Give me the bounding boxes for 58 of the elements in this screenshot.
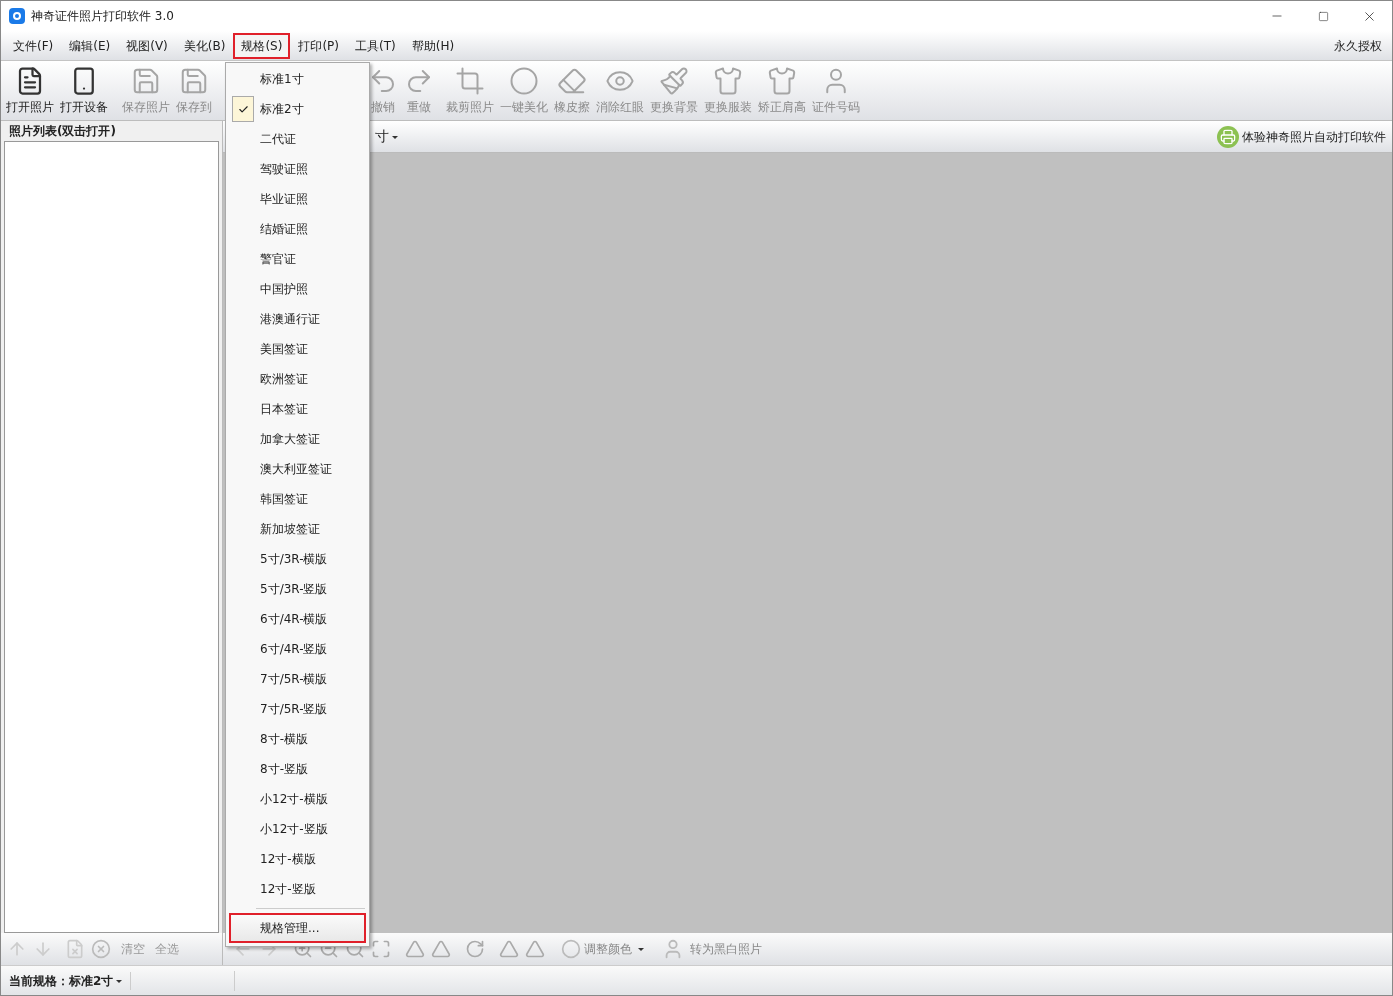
spec-menu-item[interactable]: 6寸/4R-横版 <box>226 604 369 634</box>
spec-menu-item[interactable]: 韩国签证 <box>226 484 369 514</box>
shirt-icon <box>767 65 797 96</box>
spec-menu-item[interactable]: 毕业证照 <box>226 184 369 214</box>
spec-menu-item[interactable]: 日本签证 <box>226 394 369 424</box>
delete-icon[interactable] <box>91 939 111 959</box>
caret-icon <box>116 979 123 983</box>
spec-menu-item[interactable]: 5寸/3R-横版 <box>226 544 369 574</box>
spec-menu-item[interactable]: 新加坡签证 <box>226 514 369 544</box>
window-title: 神奇证件照片打印软件 3.0 <box>31 8 174 25</box>
crop-icon <box>455 65 485 96</box>
spec-menu-item[interactable]: 加拿大签证 <box>226 424 369 454</box>
spec-menu-item[interactable]: 12寸-横版 <box>226 844 369 874</box>
spec-menu-item[interactable]: 5寸/3R-竖版 <box>226 574 369 604</box>
caret-icon <box>392 135 398 139</box>
brush-icon <box>659 65 689 96</box>
menu-item[interactable]: 帮助(H) <box>403 32 463 59</box>
spec-menu-item[interactable]: 二代证 <box>226 124 369 154</box>
spec-menu-item[interactable]: 结婚证照 <box>226 214 369 244</box>
menu-item[interactable]: 打印(P) <box>290 32 347 59</box>
remove-file-icon[interactable] <box>65 939 85 959</box>
maximize-icon <box>1317 10 1329 22</box>
panel-title: 照片列表(双击打开) <box>8 123 117 140</box>
toolbar-button[interactable]: 打开设备 <box>57 61 111 120</box>
spec-menu-item[interactable]: 7寸/5R-横版 <box>226 664 369 694</box>
menu-item[interactable]: 工具(T) <box>347 32 404 59</box>
promo-link[interactable]: 体验神奇照片自动打印软件 <box>1242 127 1386 146</box>
spec-menu-item[interactable]: 6寸/4R-竖版 <box>226 634 369 664</box>
menu-item[interactable]: 编辑(E) <box>61 32 119 59</box>
menu-item[interactable]: 规格(S) <box>233 32 291 59</box>
spec-menu-item[interactable]: 小12寸-竖版 <box>226 814 369 844</box>
spec-management-menu-item[interactable]: 规格管理... <box>229 913 366 943</box>
spec-menu-item[interactable]: 港澳通行证 <box>226 304 369 334</box>
spec-menu-item[interactable]: 驾驶证照 <box>226 154 369 184</box>
ring-icon <box>509 65 539 96</box>
app-logo-icon <box>9 8 25 24</box>
rotate-icon[interactable] <box>465 939 485 959</box>
menu-item[interactable]: 美化(B) <box>175 32 234 59</box>
license-label: 永久授权 <box>1334 37 1382 55</box>
printer-icon <box>1217 125 1239 148</box>
spec-menu-item[interactable]: 美国签证 <box>226 334 369 364</box>
spec-menu-item[interactable]: 小12寸-横版 <box>226 784 369 814</box>
spec-menu-item[interactable]: 12寸-竖版 <box>226 874 369 904</box>
spec-menu-item[interactable]: 澳大利亚签证 <box>226 454 369 484</box>
size-dropdown[interactable]: 寸 <box>375 126 398 147</box>
spec-menu-item[interactable]: 中国护照 <box>226 274 369 304</box>
spec-menu-item[interactable]: 7寸/5R-竖版 <box>226 694 369 724</box>
shirt-icon <box>713 65 743 96</box>
spec-menu-item[interactable]: 欧洲签证 <box>226 364 369 394</box>
current-spec-dropdown[interactable]: 当前规格：标准2寸 <box>9 971 132 990</box>
spec-menu-item[interactable]: 8寸-竖版 <box>226 754 369 784</box>
caret-icon <box>638 947 644 951</box>
menu-item[interactable]: 文件(F) <box>5 32 62 59</box>
spec-menu-item[interactable]: 警官证 <box>226 244 369 274</box>
toolbar-button[interactable]: 打开照片 <box>3 61 57 120</box>
menu-item[interactable]: 视图(V) <box>118 32 176 59</box>
spec-menu-item[interactable]: 8寸-横版 <box>226 724 369 754</box>
fit-icon[interactable] <box>371 939 391 959</box>
